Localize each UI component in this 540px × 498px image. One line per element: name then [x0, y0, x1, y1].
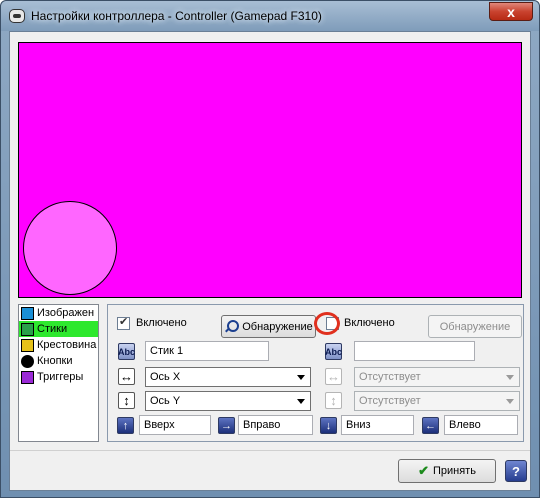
nav-item-image[interactable]: Изображен: [19, 305, 98, 321]
gamepad-icon: [9, 9, 25, 23]
right-x-axis-value: Отсутствует: [359, 371, 421, 383]
highlight-annotation: [314, 312, 340, 335]
dpad-icon: [21, 338, 34, 352]
right-detect-label: Обнаружение: [439, 320, 511, 333]
vertical-arrows-icon: ↕: [325, 392, 342, 409]
client-area: Изображен Стики Крестовина Кнопки Тригге…: [9, 31, 531, 491]
magnifier-icon: [224, 319, 240, 334]
settings-window: Настройки контроллера - Controller (Game…: [0, 0, 540, 498]
stick-indicator: [23, 201, 117, 295]
left-name-field[interactable]: Стик 1: [145, 341, 269, 361]
direction-right-field[interactable]: Вправо: [238, 415, 313, 435]
title-bar[interactable]: Настройки контроллера - Controller (Game…: [1, 1, 539, 31]
direction-down-field[interactable]: Вниз: [341, 415, 414, 435]
direction-left-field[interactable]: Влево: [444, 415, 518, 435]
category-list: Изображен Стики Крестовина Кнопки Тригге…: [18, 304, 99, 442]
nav-item-label: Изображен: [37, 307, 95, 319]
left-x-axis-value: Ось X: [150, 371, 181, 383]
nav-item-label: Крестовина: [37, 339, 97, 351]
left-y-axis-value: Ось Y: [150, 395, 181, 407]
footer-bar: ✔ Принять ?: [10, 450, 530, 490]
right-enabled-label: Включено: [344, 317, 395, 329]
horizontal-arrows-icon: ↔: [325, 368, 342, 385]
vertical-arrows-icon: ↕: [118, 392, 135, 409]
nav-item-label: Кнопки: [37, 355, 73, 367]
nav-item-label: Стики: [37, 323, 68, 335]
nav-item-triggers[interactable]: Триггеры: [19, 369, 98, 385]
checkmark-icon: ✔: [418, 463, 429, 478]
buttons-icon: [21, 354, 34, 368]
right-x-axis-select[interactable]: Отсутствует: [354, 367, 520, 387]
name-abc-icon: Abc: [118, 343, 135, 360]
image-icon: [21, 306, 34, 320]
nav-item-dpad[interactable]: Крестовина: [19, 337, 98, 353]
name-abc-icon: Abc: [325, 343, 342, 360]
help-button[interactable]: ?: [505, 460, 527, 482]
stick-icon: [21, 322, 34, 336]
accept-label: Принять: [432, 465, 476, 477]
arrow-up-icon: ↑: [117, 417, 134, 434]
window-title: Настройки контроллера - Controller (Game…: [31, 9, 322, 23]
right-y-axis-value: Отсутствует: [359, 395, 421, 407]
chevron-down-icon: [297, 375, 305, 380]
horizontal-arrows-icon: ↔: [118, 368, 135, 385]
arrow-down-icon: ↓: [320, 417, 337, 434]
left-enabled-checkbox[interactable]: [117, 315, 130, 330]
right-y-axis-select[interactable]: Отсутствует: [354, 391, 520, 411]
nav-item-label: Триггеры: [37, 371, 84, 383]
chevron-down-icon: [297, 399, 305, 404]
close-button[interactable]: x: [489, 2, 533, 21]
right-detect-button[interactable]: Обнаружение: [428, 315, 522, 338]
left-enabled-label: Включено: [136, 317, 187, 329]
accept-button[interactable]: ✔ Принять: [398, 459, 496, 483]
right-name-field[interactable]: [354, 341, 475, 361]
nav-item-buttons[interactable]: Кнопки: [19, 353, 98, 369]
chevron-down-icon: [506, 399, 514, 404]
left-detect-button[interactable]: Обнаружение: [221, 315, 316, 338]
left-y-axis-select[interactable]: Ось Y: [145, 391, 311, 411]
left-x-axis-select[interactable]: Ось X: [145, 367, 311, 387]
arrow-right-icon: →: [218, 417, 235, 434]
left-detect-label: Обнаружение: [242, 320, 313, 333]
chevron-down-icon: [506, 375, 514, 380]
arrow-left-icon: ←: [422, 417, 439, 434]
controller-preview: [18, 42, 522, 298]
nav-item-sticks[interactable]: Стики: [19, 321, 98, 337]
direction-up-field[interactable]: Вверх: [139, 415, 211, 435]
trigger-icon: [21, 370, 34, 384]
